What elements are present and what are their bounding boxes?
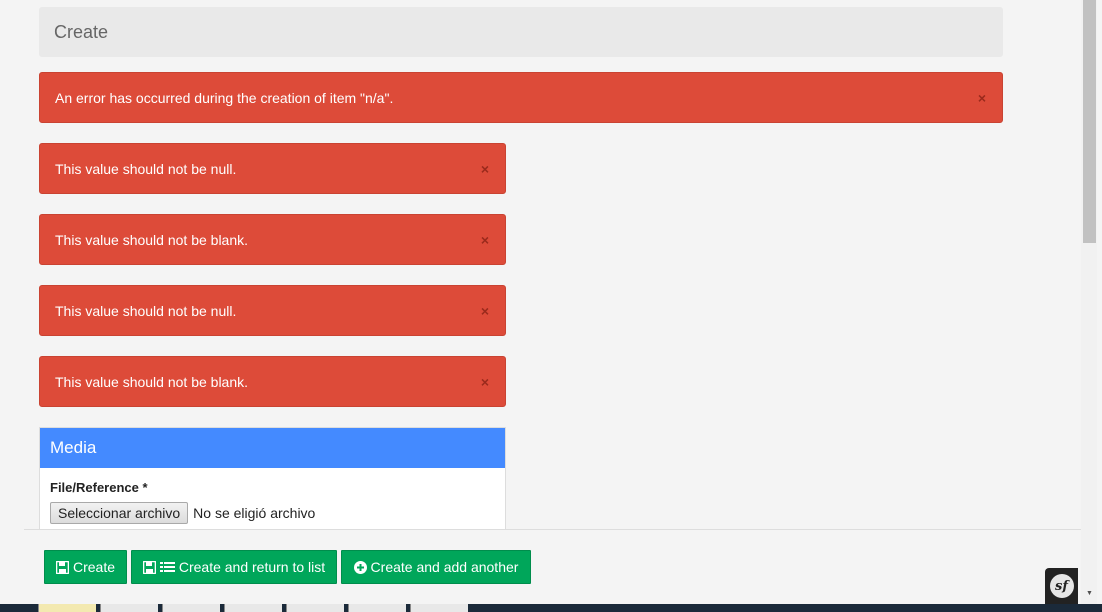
- close-icon[interactable]: ×: [481, 215, 489, 264]
- close-icon[interactable]: ×: [481, 286, 489, 335]
- save-icon: [142, 560, 156, 574]
- media-panel: Media File/Reference * Seleccionar archi…: [39, 427, 506, 532]
- error-alert-main: An error has occurred during the creatio…: [39, 72, 1003, 123]
- field-error-message: This value should not be blank.: [55, 373, 249, 390]
- taskbar-item[interactable]: [410, 604, 468, 612]
- file-input: Seleccionar archivo No se eligió archivo: [50, 502, 315, 524]
- media-panel-title: Media: [40, 428, 505, 468]
- taskbar-item[interactable]: [286, 604, 344, 612]
- save-icon: [55, 560, 69, 574]
- page-title: Create: [54, 22, 109, 42]
- form-actions-bar: Create Create and return to list Create …: [24, 529, 1081, 605]
- taskbar-item[interactable]: [162, 604, 220, 612]
- field-error-alert: This value should not be null. ×: [39, 285, 506, 336]
- scrollbar-thumb[interactable]: [1083, 0, 1096, 243]
- symfony-logo-icon: sf: [1049, 574, 1074, 598]
- field-error-alert: This value should not be null. ×: [39, 143, 506, 194]
- plus-circle-icon: [353, 560, 367, 574]
- field-error-message: This value should not be blank.: [55, 231, 249, 248]
- page-title-bar: Create: [39, 7, 1003, 57]
- taskbar-item[interactable]: [100, 604, 158, 612]
- choose-file-button[interactable]: Seleccionar archivo: [50, 502, 189, 524]
- create-and-add-another-label: Create and add another: [370, 559, 519, 575]
- error-alert-message: An error has occurred during the creatio…: [55, 89, 394, 106]
- close-icon[interactable]: ×: [481, 357, 489, 406]
- taskbar-item[interactable]: [38, 604, 96, 612]
- taskbar-item[interactable]: [348, 604, 406, 612]
- close-icon[interactable]: ×: [978, 73, 986, 122]
- page: Create An error has occurred during the …: [0, 0, 1102, 612]
- symfony-debug-toolbar[interactable]: sf: [1045, 568, 1078, 604]
- file-status-text: No se eligió archivo: [193, 505, 316, 521]
- field-error-alert: This value should not be blank. ×: [39, 356, 506, 407]
- os-taskbar: [0, 604, 1102, 612]
- field-error-message: This value should not be null.: [55, 302, 237, 319]
- scroll-down-arrow-icon[interactable]: ▼: [1083, 588, 1096, 600]
- close-icon[interactable]: ×: [481, 144, 489, 193]
- create-button[interactable]: Create: [44, 550, 127, 584]
- file-reference-label: File/Reference *: [50, 480, 148, 495]
- create-and-add-another-button[interactable]: Create and add another: [341, 550, 531, 584]
- create-and-return-button[interactable]: Create and return to list: [131, 550, 337, 584]
- create-button-label: Create: [72, 559, 116, 575]
- field-error-alert: This value should not be blank. ×: [39, 214, 506, 265]
- field-error-message: This value should not be null.: [55, 160, 237, 177]
- taskbar-item[interactable]: [224, 604, 282, 612]
- list-icon: [159, 561, 175, 572]
- create-and-return-label: Create and return to list: [178, 559, 326, 575]
